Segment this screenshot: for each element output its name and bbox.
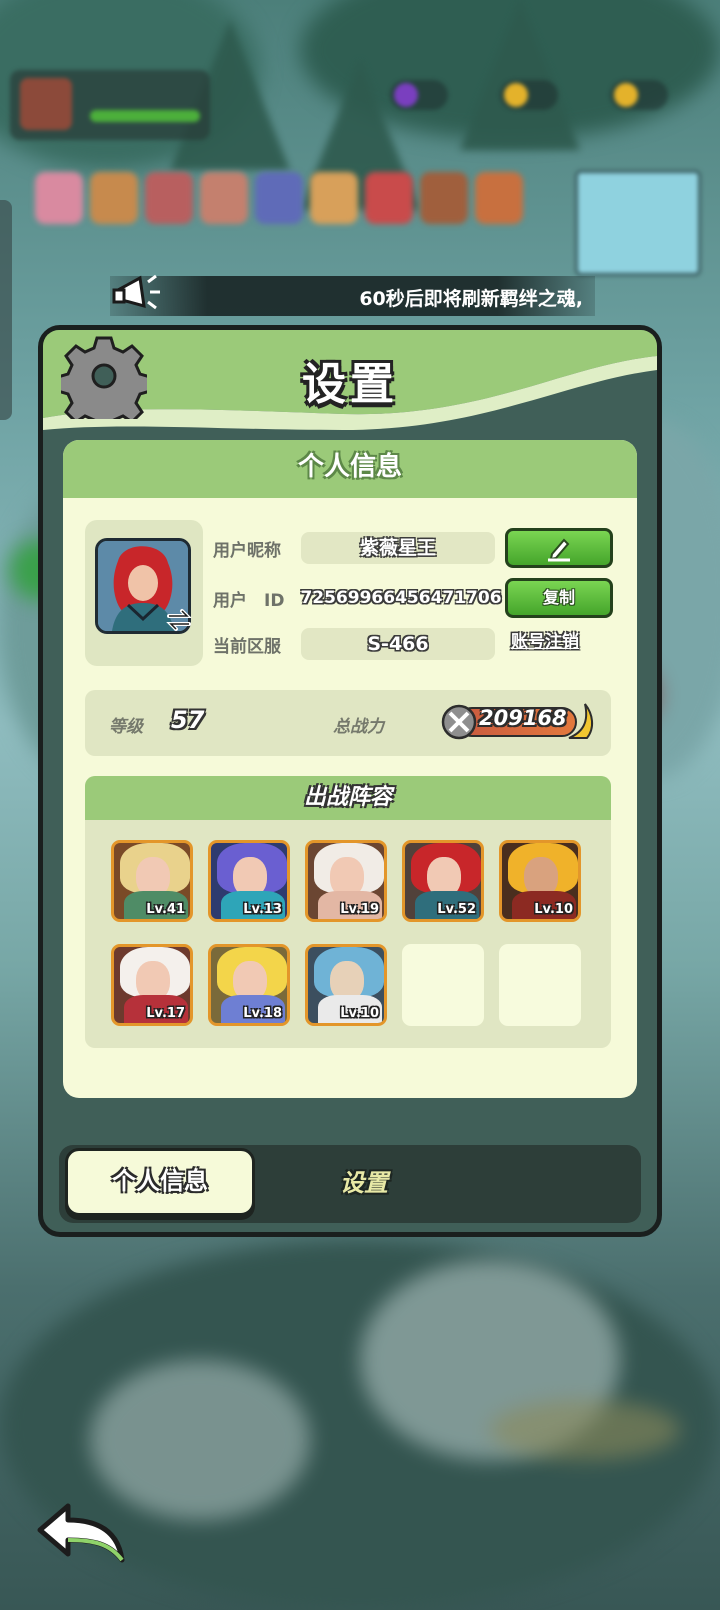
hero-slot[interactable]: Lv.41 [111,840,193,922]
pencil-icon [548,538,570,562]
hero-slot[interactable]: Lv.52 [402,840,484,922]
nickname-field: 紫薇星王 [301,532,495,564]
hero-slot[interactable]: Lv.10 [499,840,581,922]
crossed-swords-icon [441,704,477,740]
side-drawer-tab [0,200,12,420]
panel-tabs: 个人信息 设置 [59,1145,641,1223]
hero-slot[interactable]: Lv.10 [305,944,387,1026]
settings-panel: 设置 个人信息 用户昵称 紫薇星王 用户 ID 7256996645647170… [38,325,662,1237]
announcement-text: 60秒后即将刷新羁绊之魂, [359,288,583,310]
profile-card-header: 个人信息 [63,440,637,498]
panel-header: 设置 [43,330,657,430]
tab-settings[interactable]: 设置 [279,1155,449,1211]
hero-level: Lv.19 [340,902,379,917]
resource-counter [390,80,448,110]
level-value: 57 [171,706,205,734]
hero-level: Lv.17 [146,1006,185,1021]
edit-nickname-button[interactable] [505,528,613,568]
lineup-title: 出战阵容 [303,785,392,810]
hero-level: Lv.52 [437,902,476,917]
lineup-header: 出战阵容 [85,776,611,820]
megaphone-icon [112,274,160,310]
flame-icon [568,703,593,739]
power-label: 总战力 [333,717,384,737]
profile-section-title: 个人信息 [297,452,402,482]
user-id-label: 用户 ID [213,591,285,611]
power-badge: 209168 [441,703,593,740]
hero-slot[interactable]: Lv.13 [208,840,290,922]
server-field: S-466 [301,628,495,660]
empty-hero-slot[interactable] [499,944,581,1026]
hero-level: Lv.10 [534,902,573,917]
account-delete-link[interactable]: 账号注销 [511,627,579,652]
copy-id-button[interactable]: 复制 [505,578,613,618]
level-label: 等级 [109,717,143,737]
tab-profile[interactable]: 个人信息 [65,1148,255,1216]
hero-level: Lv.41 [146,902,185,917]
hero-level: Lv.10 [340,1006,379,1021]
resource-counter [500,80,558,110]
swap-icon[interactable] [165,606,193,634]
power-value: 209168 [479,706,567,730]
profile-card: 个人信息 用户昵称 紫薇星王 用户 ID 72569966456471706 复… [63,440,637,1098]
user-id-field: 72569966456471706 [300,588,502,608]
hero-slot[interactable]: Lv.18 [208,944,290,1026]
avatar-frame[interactable] [85,520,203,666]
minimap [575,170,701,276]
hero-slot[interactable]: Lv.17 [111,944,193,1026]
hero-level: Lv.13 [243,902,282,917]
player-status-bar [10,70,210,140]
battle-lineup: 出战阵容 Lv.41 Lv.13 Lv.19 Lv.52 Lv.10 Lv.17… [85,776,611,1048]
panel-title: 设置 [302,359,398,410]
announcement-bar: 60秒后即将刷新羁绊之魂, [110,274,595,316]
nickname-label: 用户昵称 [213,541,281,561]
resource-counter [610,80,668,110]
stats-bar: 等级 57 总战力 209168 [85,690,611,756]
hero-level: Lv.18 [243,1006,282,1021]
server-label: 当前区服 [213,637,281,657]
back-arrow-icon[interactable] [34,1500,128,1566]
empty-hero-slot[interactable] [402,944,484,1026]
hero-slot[interactable]: Lv.19 [305,840,387,922]
